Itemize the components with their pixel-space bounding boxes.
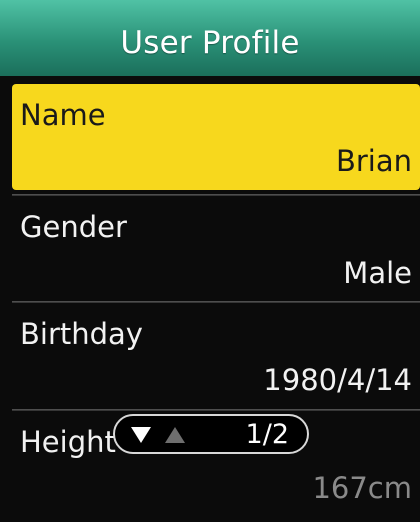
field-gender[interactable]: Gender Male bbox=[12, 196, 420, 302]
page-title: User Profile bbox=[120, 25, 300, 61]
triangle-up-icon[interactable] bbox=[165, 427, 185, 443]
field-birthday[interactable]: Birthday 1980/4/14 bbox=[12, 303, 420, 409]
field-value: 1980/4/14 bbox=[263, 363, 412, 397]
field-label: Gender bbox=[20, 210, 127, 244]
field-label: Name bbox=[20, 98, 106, 132]
field-name[interactable]: Name Brian bbox=[12, 84, 420, 190]
page-indicator[interactable]: 1/2 bbox=[113, 414, 309, 454]
field-value: 167cm bbox=[312, 471, 412, 505]
field-label: Height bbox=[20, 425, 116, 459]
triangle-down-icon[interactable] bbox=[131, 427, 151, 443]
field-value: Male bbox=[343, 256, 412, 290]
field-value: Brian bbox=[335, 144, 412, 178]
field-label: Birthday bbox=[20, 317, 143, 351]
profile-list: Name Brian Gender Male Birthday 1980/4/1… bbox=[0, 76, 420, 522]
title-bar: User Profile bbox=[0, 0, 420, 76]
page-number: 1/2 bbox=[245, 419, 289, 450]
